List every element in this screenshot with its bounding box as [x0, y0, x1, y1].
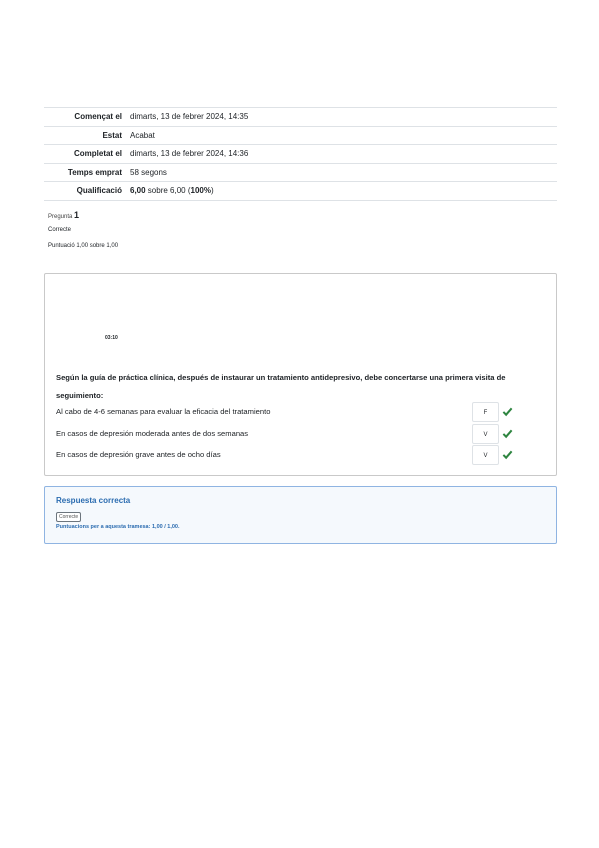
summary-row-state: Estat Acabat [44, 125, 557, 145]
summary-label: Estat [44, 125, 130, 145]
summary-row-grade: Qualificació 6,00 sobre 6,00 (100%) [44, 181, 557, 201]
question-number-value: 1 [74, 210, 80, 220]
question-content: 03:10 Según la guía de práctica clínica,… [44, 273, 557, 476]
timer-text: 03:10 [105, 335, 118, 341]
answer-label: En casos de depresión moderada antes de … [56, 429, 249, 438]
summary-value: 58 segons [130, 162, 557, 182]
grade-end: ) [210, 186, 214, 196]
attempt-summary-table: Començat el dimarts, 13 de febrer 2024, … [44, 107, 557, 201]
check-icon [502, 429, 513, 439]
question-number: Pregunta 1 [48, 210, 80, 221]
summary-label: Qualificació [44, 181, 130, 201]
answer-row: Al cabo de 4-6 semanas para evaluar la e… [56, 402, 546, 422]
grade-score: 6,00 [130, 186, 146, 196]
check-icon [502, 450, 513, 460]
answer-label: Al cabo de 4-6 semanas para evaluar la e… [56, 407, 271, 416]
question-state: Correcte [48, 227, 72, 233]
summary-value: dimarts, 13 de febrer 2024, 14:35 [130, 107, 557, 126]
check-icon [502, 407, 513, 417]
status-badge: Correcte [56, 512, 82, 522]
grade-value: 6,00 sobre 6,00 (100%) [130, 181, 557, 201]
summary-label: Temps emprat [44, 162, 130, 182]
summary-row-completed: Completat el dimarts, 13 de febrer 2024,… [44, 144, 557, 163]
summary-label: Començat el [44, 107, 130, 126]
answer-row: En casos de depresión moderada antes de … [56, 424, 546, 444]
feedback-title: Respuesta correcta [56, 496, 131, 505]
feedback-box: Respuesta correcta Correcte Puntuacions … [44, 486, 557, 544]
answer-select[interactable]: V [472, 445, 499, 465]
question-number-label: Pregunta [48, 214, 73, 220]
question-grade: Puntuació 1,00 sobre 1,00 [48, 243, 119, 249]
summary-label: Completat el [44, 144, 130, 163]
answer-select[interactable]: V [472, 424, 499, 444]
summary-value: dimarts, 13 de febrer 2024, 14:36 [130, 144, 557, 163]
summary-row-started: Començat el dimarts, 13 de febrer 2024, … [44, 107, 557, 126]
feedback-marks: Puntuacions per a aquesta tramesa: 1,00 … [56, 524, 180, 530]
question-info: Pregunta 1 Correcte Puntuació 1,00 sobre… [48, 210, 118, 250]
answer-label: En casos de depresión grave antes de och… [56, 450, 221, 459]
grade-mid: sobre 6,00 ( [145, 186, 191, 196]
summary-row-time: Temps emprat 58 segons [44, 162, 557, 182]
answer-select[interactable]: F [472, 402, 499, 422]
answer-row: En casos de depresión grave antes de och… [56, 445, 546, 465]
summary-value: Acabat [130, 125, 557, 145]
grade-percent: 100% [190, 186, 211, 196]
question-text: Según la guía de práctica clínica, despu… [56, 373, 506, 400]
